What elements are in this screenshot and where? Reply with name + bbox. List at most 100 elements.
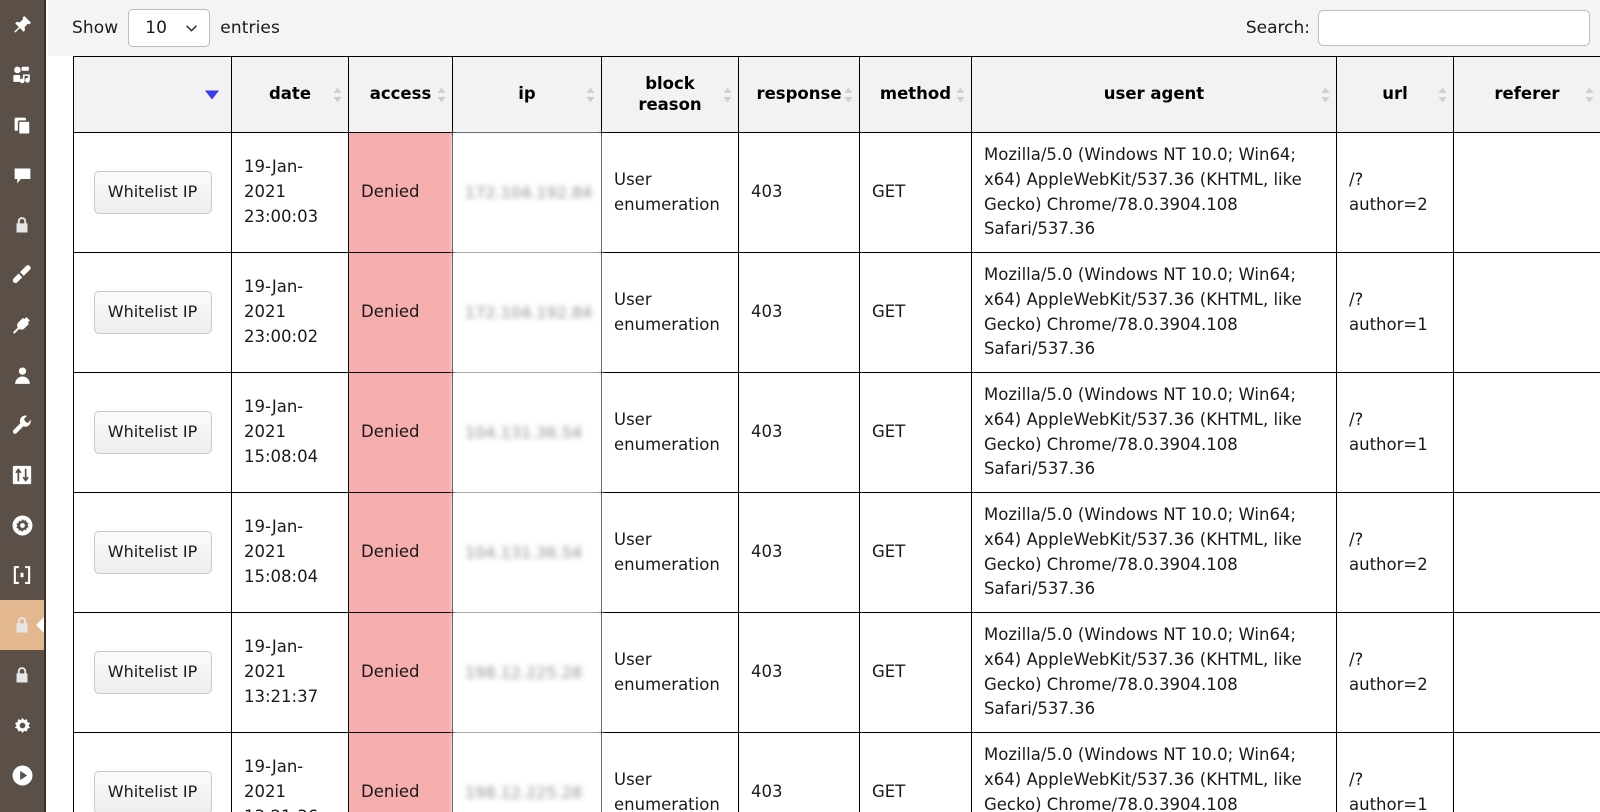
table-head: date access ip block reason response method use… (73, 56, 1600, 133)
cell-url: /?author=1 (1336, 372, 1454, 493)
cell-method: GET (859, 612, 972, 733)
sidebar-item-0[interactable] (0, 0, 44, 50)
cell-response: 403 (738, 252, 860, 373)
sidebar-item-3[interactable] (0, 150, 44, 200)
cell-url: /?author=2 (1336, 612, 1454, 733)
table-scroll-container[interactable]: date access ip block reason response method use… (48, 56, 1600, 812)
cell-user-agent: Mozilla/5.0 (Windows NT 10.0; Win64; x64… (971, 132, 1337, 253)
cell-response: 403 (738, 132, 860, 253)
cell-date: 19-Jan-2021 13:21:37 (231, 612, 349, 733)
column-header-method[interactable]: method (859, 56, 972, 133)
column-header-access[interactable]: access (348, 56, 453, 133)
cell-response: 403 (738, 732, 860, 812)
page-length-select[interactable]: 102550100 (128, 9, 211, 47)
cell-user-agent: Mozilla/5.0 (Windows NT 10.0; Win64; x64… (971, 252, 1337, 373)
table-toolbar: Show 102550100 entries Search: (48, 0, 1600, 56)
column-header-label-block_reason: block reason (638, 73, 702, 114)
sidebar-item-8[interactable] (0, 400, 44, 450)
sort-arrows-icon (723, 87, 732, 102)
column-header-response[interactable]: response (738, 56, 860, 133)
cell-date: 19-Jan-2021 15:08:04 (231, 492, 349, 613)
cell-response: 403 (738, 612, 860, 733)
page-length-wrap: 102550100 (128, 9, 211, 47)
column-header-referer[interactable]: referer (1453, 56, 1600, 133)
search-label: Search: (1245, 18, 1310, 38)
whitelist-ip-button[interactable]: Whitelist IP (93, 531, 212, 574)
sort-arrows-icon (1585, 87, 1594, 102)
sidebar-item-9[interactable] (0, 450, 44, 500)
sidebar-item-14[interactable] (0, 700, 44, 750)
users-icon (12, 365, 33, 386)
sidebar-item-11[interactable] (0, 550, 44, 600)
whitelist-ip-button[interactable]: Whitelist IP (93, 171, 212, 214)
lock-icon-2 (12, 665, 32, 685)
column-header-label-ip: ip (518, 84, 536, 104)
cell-block-reason: User enumeration (601, 492, 739, 613)
whitelist-ip-button[interactable]: Whitelist IP (93, 651, 212, 694)
sidebar-item-10[interactable] (0, 500, 44, 550)
cell-access: Denied (348, 732, 453, 812)
cell-referer (1453, 492, 1600, 613)
tools-icon (11, 414, 33, 436)
cell-access: Denied (348, 612, 453, 733)
cell-user-agent: Mozilla/5.0 (Windows NT 10.0; Win64; x64… (971, 732, 1337, 812)
cell-access: Denied (348, 372, 453, 493)
cell-referer (1453, 732, 1600, 812)
cell-access: Denied (348, 252, 453, 373)
column-header-user_agent[interactable]: user agent (971, 56, 1337, 133)
column-header-label-user_agent: user agent (1103, 84, 1205, 104)
pin-icon (11, 14, 33, 36)
sidebar-item-4[interactable] (0, 200, 44, 250)
column-header-date[interactable]: date (231, 56, 349, 133)
cell-user-agent: Mozilla/5.0 (Windows NT 10.0; Win64; x64… (971, 612, 1337, 733)
cell-user-agent: Mozilla/5.0 (Windows NT 10.0; Win64; x64… (971, 492, 1337, 613)
table-row: Whitelist IP 19-Jan-2021 15:08:04 Denied 10… (73, 492, 1600, 613)
cell-block-reason: User enumeration (601, 732, 739, 812)
cell-method: GET (859, 132, 972, 253)
sort-arrows-icon (956, 87, 965, 102)
cell-url: /?author=1 (1336, 252, 1454, 373)
cell-date: 19-Jan-2021 23:00:03 (231, 132, 349, 253)
sort-arrows-icon (437, 87, 446, 102)
sidebar-item-5[interactable] (0, 250, 44, 300)
cell-action: Whitelist IP (73, 372, 232, 493)
sidebar-item-13[interactable] (0, 650, 44, 700)
cell-ip: 198.12.225.28 (452, 732, 602, 812)
cell-block-reason: User enumeration (601, 252, 739, 373)
cell-method: GET (859, 492, 972, 613)
sort-descending-icon[interactable] (205, 90, 219, 99)
column-header-label-response: response (756, 84, 842, 104)
sidebar-item-6[interactable] (0, 300, 44, 350)
column-header-label-referer: referer (1494, 84, 1560, 104)
table-row: Whitelist IP 19-Jan-2021 13:21:37 Denied 19… (73, 612, 1600, 733)
cell-ip: 198.12.225.28 (452, 612, 602, 733)
cell-action: Whitelist IP (73, 612, 232, 733)
search-input[interactable] (1318, 10, 1590, 46)
cell-action: Whitelist IP (73, 492, 232, 613)
whitelist-ip-button[interactable]: Whitelist IP (93, 291, 212, 334)
cell-method: GET (859, 252, 972, 373)
sidebar-item-15[interactable] (0, 750, 44, 800)
cell-method: GET (859, 372, 972, 493)
sidebar-item-2[interactable] (0, 100, 44, 150)
sidebar-item-1[interactable] (0, 50, 44, 100)
cell-block-reason: User enumeration (601, 372, 739, 493)
column-header-block_reason[interactable]: block reason (601, 56, 739, 133)
cell-access: Denied (348, 492, 453, 613)
security-lock-icon (12, 615, 32, 635)
column-header-url[interactable]: url (1336, 56, 1454, 133)
sidebar-item-12[interactable] (0, 600, 44, 650)
show-label: Show (72, 18, 119, 38)
cell-block-reason: User enumeration (601, 612, 739, 733)
brackets-icon (11, 564, 33, 586)
whitelist-ip-button[interactable]: Whitelist IP (93, 771, 212, 812)
app-root: Show 102550100 entries Search: (0, 0, 1600, 812)
column-header-action[interactable] (73, 56, 232, 133)
whitelist-ip-button[interactable]: Whitelist IP (93, 411, 212, 454)
cell-ip: 172.104.192.84 (452, 252, 602, 373)
sidebar-item-7[interactable] (0, 350, 44, 400)
cell-date: 19-Jan-2021 23:00:02 (231, 252, 349, 373)
cell-date: 19-Jan-2021 13:21:36 (231, 732, 349, 812)
cell-action: Whitelist IP (73, 132, 232, 253)
column-header-ip[interactable]: ip (452, 56, 602, 133)
